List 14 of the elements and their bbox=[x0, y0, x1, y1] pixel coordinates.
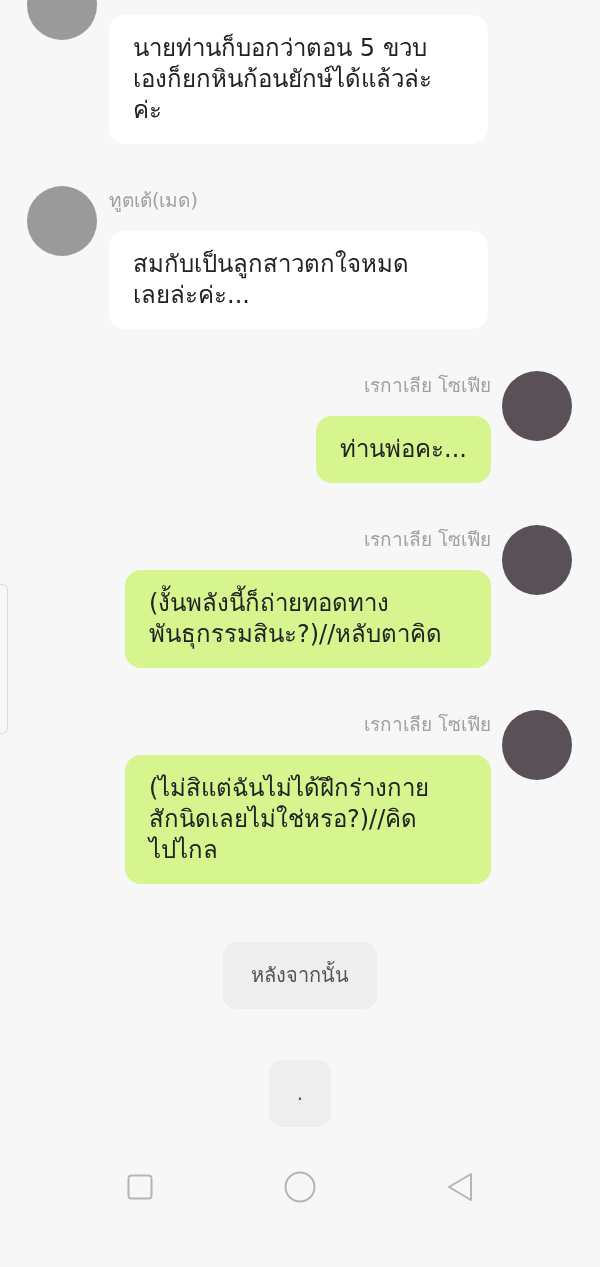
message-bubble: ท่านพ่อคะ... bbox=[316, 416, 491, 483]
message-bubble: (งั้นพลังนี้ก็ถ่ายทอดทาง พันธุกรรมสินะ?)//หลับตาคิด bbox=[125, 570, 491, 668]
message-bubble: นายท่านก็บอกว่าตอน 5 ขวบ เองก็ยกหินก้อนยักษ์ได้แล้วล่ะ ค่ะ bbox=[109, 15, 488, 144]
message-bubble: (ไม่สิแต่ฉันไม่ได้ฝึกร่างกาย สักนิดเลยไม่ใช่หรอ?)//คิด ไปไกล bbox=[125, 755, 491, 884]
sender-name: เรกาเลีย โซเฟีย bbox=[363, 374, 491, 396]
reply-option[interactable]: หลังจากนั้น bbox=[223, 942, 377, 1009]
sender-name: เรกาเลีย โซเฟีย bbox=[363, 713, 491, 735]
back-icon[interactable] bbox=[446, 1172, 473, 1202]
home-icon[interactable] bbox=[284, 1171, 316, 1203]
message-bubble: สมกับเป็นลูกสาวตกใจหมด เลยล่ะค่ะ... bbox=[109, 231, 488, 329]
sender-name: ทูตเต้(เมด) bbox=[109, 189, 198, 211]
sender-name: เรกาเลีย โซเฟีย bbox=[363, 528, 491, 550]
recent-apps-icon[interactable] bbox=[127, 1174, 154, 1200]
reply-option[interactable]: . bbox=[268, 1060, 332, 1127]
